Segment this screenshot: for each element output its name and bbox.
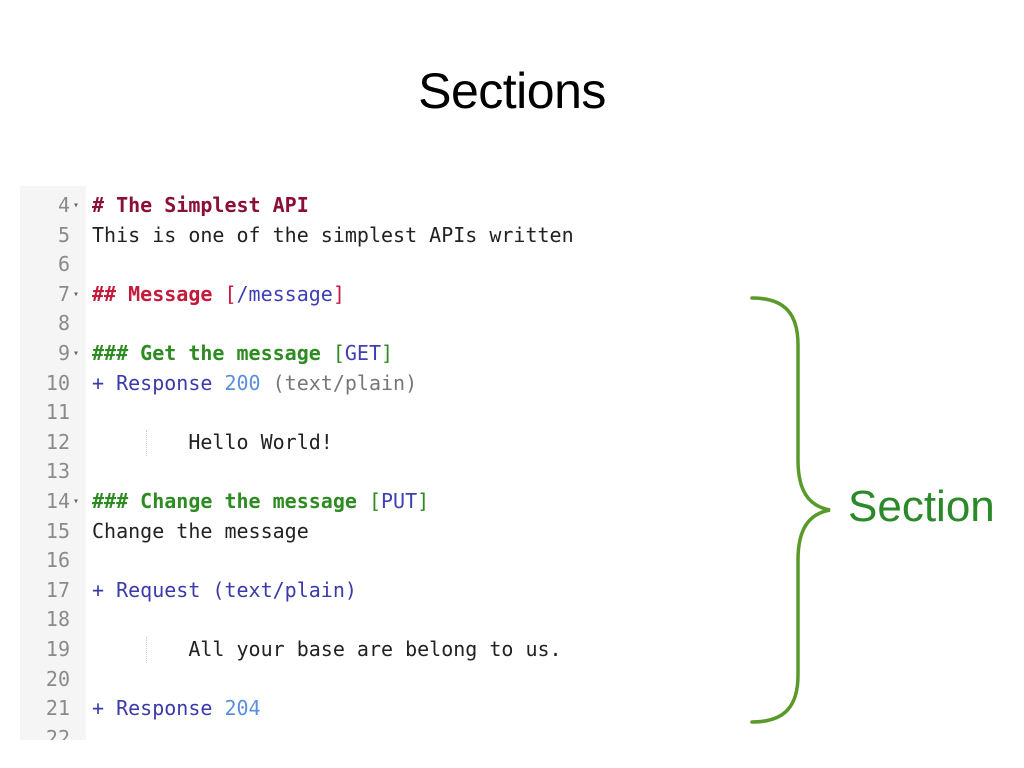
code-text: # The Simplest API: [92, 191, 309, 221]
line-number: 11: [45, 400, 70, 425]
line-number: 8: [57, 311, 70, 336]
code-text: + Response 200 (text/plain): [92, 369, 417, 399]
code-token: This is one of the simplest APIs written: [92, 222, 574, 247]
code-text: + Request (text/plain): [92, 576, 357, 606]
code-line[interactable]: 9 ▾ ### Get the message [GET]: [20, 339, 636, 369]
code-token: [: [332, 341, 345, 365]
line-number: 21: [45, 696, 70, 721]
code-line[interactable]: 17 + Request (text/plain): [20, 576, 636, 606]
line-number: 6: [57, 252, 70, 277]
line-number: 4: [57, 193, 70, 217]
line-number: 19: [45, 637, 70, 661]
code-line[interactable]: 10 + Response 200 (text/plain): [20, 369, 636, 399]
code-line[interactable]: 11: [20, 398, 636, 428]
line-number: 15: [45, 518, 70, 543]
code-token: 200: [224, 370, 261, 395]
code-token: ]: [417, 489, 430, 513]
code-line[interactable]: 12 Hello World!: [20, 428, 636, 458]
fold-arrow-icon[interactable]: ▾: [73, 280, 79, 310]
code-token: GET: [344, 341, 381, 365]
code-text: This is one of the simplest APIs written: [92, 221, 574, 251]
curly-brace-icon: [750, 296, 831, 724]
code-token: ]: [332, 281, 345, 306]
code-token: All your base are belong to us.: [92, 637, 562, 661]
code-text: ## Message [/message]: [92, 280, 345, 310]
line-number: 17: [45, 577, 70, 602]
line-number: 10: [45, 370, 70, 395]
line-number: 7: [57, 281, 70, 306]
code-text: ### Get the message [GET]: [92, 339, 393, 369]
line-number: 20: [45, 666, 70, 691]
code-text: ### Change the message [PUT]: [92, 487, 429, 517]
code-line[interactable]: 6: [20, 250, 636, 280]
code-token: + Response: [92, 370, 225, 395]
code-line[interactable]: 7 ▾ ## Message [/message]: [20, 280, 636, 310]
section-label: Section: [848, 482, 995, 531]
line-number: 12: [45, 429, 70, 454]
line-number: 5: [57, 222, 70, 247]
code-text: Hello World!: [92, 428, 333, 458]
code-line[interactable]: 15 Change the message: [20, 517, 636, 547]
code-line[interactable]: 21 + Response 204: [20, 694, 636, 724]
code-token: [: [224, 281, 237, 306]
code-token: + Response: [92, 696, 225, 721]
line-number: 18: [45, 607, 70, 632]
code-line[interactable]: 16: [20, 546, 636, 576]
code-token: (text/plain): [260, 370, 418, 395]
code-token: ### Change the message: [92, 489, 369, 513]
code-line[interactable]: 20: [20, 665, 636, 695]
code-token: # The Simplest API: [92, 193, 309, 217]
code-token: ### Get the message: [92, 341, 333, 365]
code-token: ## Message: [92, 281, 225, 306]
code-text: Change the message: [92, 517, 309, 547]
line-number: 9: [57, 341, 70, 365]
code-line[interactable]: 18: [20, 605, 636, 635]
line-number: 13: [45, 459, 70, 484]
fold-arrow-icon[interactable]: ▾: [73, 191, 79, 221]
code-line[interactable]: 8: [20, 309, 636, 339]
fold-arrow-icon[interactable]: ▾: [73, 487, 79, 517]
slide-title: Sections: [418, 63, 606, 119]
code-line[interactable]: 14 ▾ ### Change the message [PUT]: [20, 487, 636, 517]
code-text: + Response 204: [92, 694, 261, 724]
fold-arrow-icon[interactable]: ▾: [73, 339, 79, 369]
code-line[interactable]: 4 ▾ # The Simplest API: [20, 191, 636, 221]
code-token: + Request (text/plain): [92, 577, 357, 602]
code-text: All your base are belong to us.: [92, 635, 562, 665]
line-number: 16: [45, 548, 70, 573]
code-line[interactable]: 19 All your base are belong to us.: [20, 635, 636, 665]
code-line[interactable]: 22: [20, 724, 636, 740]
code-token: Hello World!: [92, 429, 333, 454]
code-line[interactable]: 5 This is one of the simplest APIs writte…: [20, 221, 636, 251]
code-line[interactable]: 13: [20, 457, 636, 487]
code-token: ]: [381, 341, 394, 365]
code-token: /message: [236, 281, 333, 306]
code-token: 204: [224, 696, 261, 721]
line-number: 14: [45, 489, 70, 513]
code-token: [: [368, 489, 381, 513]
code-token: PUT: [381, 489, 418, 513]
code-editor[interactable]: 4 ▾ # The Simplest API 5 This is one of the …: [20, 186, 636, 740]
code-token: Change the message: [92, 518, 309, 543]
line-number: 22: [45, 725, 70, 740]
